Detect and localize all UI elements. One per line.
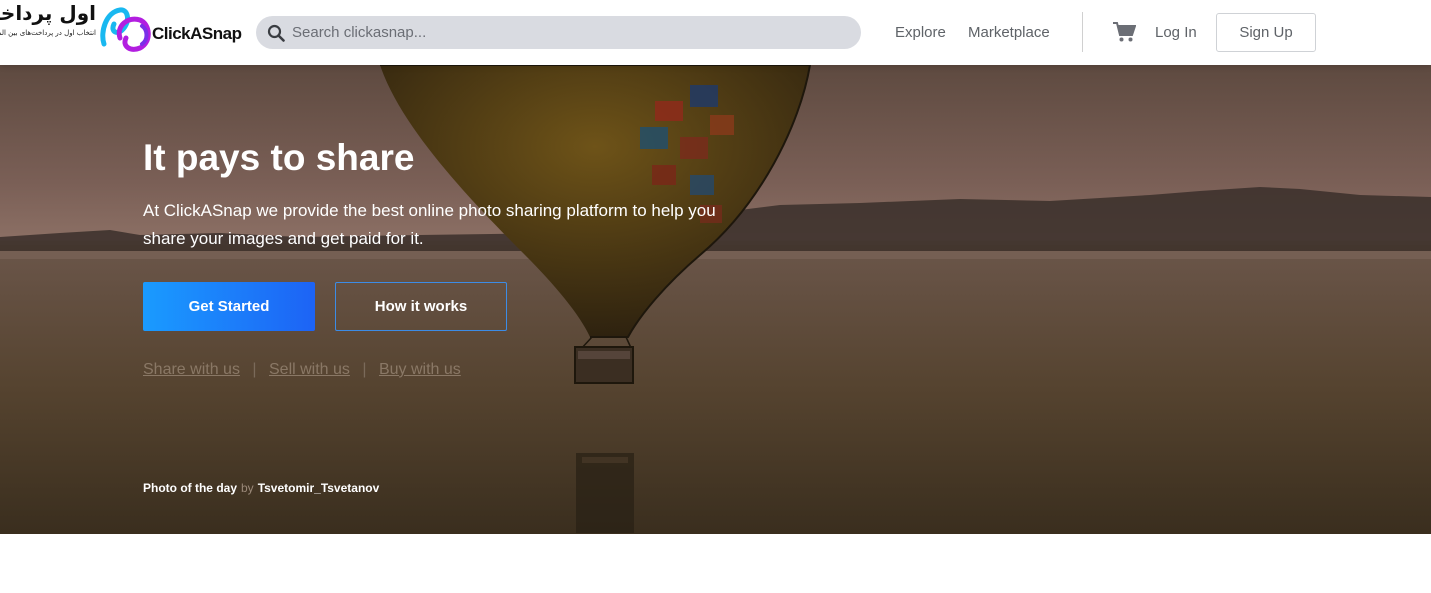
photo-author-link[interactable]: Tsvetomir_Tsvetanov [258,481,380,495]
header-divider [1082,12,1083,52]
how-it-works-button[interactable]: How it works [335,282,507,331]
hero-description: At ClickASnap we provide the best online… [143,201,716,248]
photo-by-text: by [241,481,254,495]
signup-button[interactable]: Sign Up [1216,13,1316,52]
get-started-button[interactable]: Get Started [143,282,315,331]
cart-icon[interactable] [1112,21,1136,43]
nav-explore[interactable]: Explore [895,24,946,41]
partner-logo[interactable]: اول پرداخت انتخاب اول در پرداخت‌های بین … [0,1,96,44]
site-header: اول پرداخت انتخاب اول در پرداخت‌های بین … [0,0,1431,65]
clickasnap-logo-icon [100,7,151,52]
hero-section: It pays to share At ClickASnap we provid… [0,65,1431,534]
link-separator: | [362,361,367,378]
sell-with-us-link[interactable]: Sell with us [269,361,350,378]
partner-logo-title: اول پرداخت [0,1,96,25]
hero-title: It pays to share [143,137,415,178]
share-with-us-link[interactable]: Share with us [143,361,240,378]
photo-of-the-day-credit: Photo of the day by Tsvetomir_Tsvetanov [143,481,379,495]
photo-of-the-day-label: Photo of the day [143,481,237,495]
search-bar[interactable] [256,16,861,49]
link-separator: | [252,361,257,378]
search-input[interactable] [292,16,842,49]
search-icon [267,24,285,42]
clickasnap-logo[interactable]: ClickASnap [98,2,248,58]
buy-with-us-link[interactable]: Buy with us [379,361,461,378]
brand-name: ClickASnap [152,24,242,43]
login-link[interactable]: Log In [1155,24,1197,41]
nav-marketplace[interactable]: Marketplace [968,24,1050,41]
partner-logo-subtitle: انتخاب اول در پرداخت‌های بین المللی [0,29,96,37]
hero-sub-links: Share with us | Sell with us | Buy with … [143,361,461,379]
